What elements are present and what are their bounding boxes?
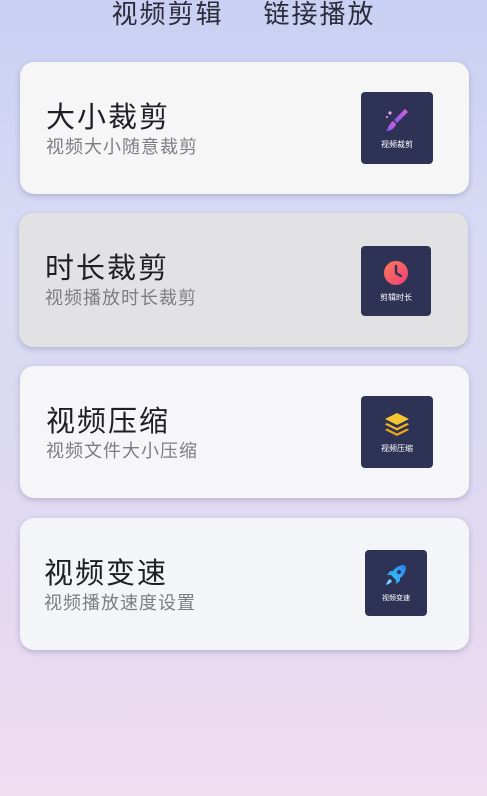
video-compress-card[interactable]: 视频压缩 视频文件大小压缩 视频压缩 [20,366,469,498]
video-compress-tile: 视频压缩 [361,396,433,468]
video-speed-tile: 视频变速 [365,550,427,616]
tile-label: 视频压缩 [381,443,413,453]
video-crop-tile: 视频裁剪 [361,92,433,164]
tab-link-play[interactable]: 链接播放 [264,0,376,30]
tile-label: 视频变速 [382,594,410,602]
edit-duration-tile: 剪辑时长 [361,246,431,316]
card-subtitle: 视频播放时长裁剪 [45,288,197,309]
card-subtitle: 视频大小随意裁剪 [46,137,198,158]
layers-icon [385,412,409,436]
card-title: 时长裁剪 [45,251,170,285]
duration-crop-card[interactable]: 时长裁剪 视频播放时长裁剪 剪辑时长 [19,213,468,347]
card-subtitle: 视频播放速度设置 [44,593,196,614]
brush-icon [386,108,408,131]
size-crop-card[interactable]: 大小裁剪 视频大小随意裁剪 视频裁剪 [20,62,469,194]
rocket-icon [386,565,406,585]
clock-icon [384,260,408,285]
top-tab-bar: 视频剪辑 链接播放 [0,0,487,40]
video-speed-card[interactable]: 视频变速 视频播放速度设置 视频变速 [20,518,469,650]
card-title: 视频压缩 [46,404,171,438]
tile-label: 视频裁剪 [381,139,413,149]
card-subtitle: 视频文件大小压缩 [46,441,198,462]
card-title: 视频变速 [44,556,169,590]
tile-label: 剪辑时长 [380,292,412,302]
tab-video-edit[interactable]: 视频剪辑 [111,0,223,30]
card-title: 大小裁剪 [46,100,171,134]
